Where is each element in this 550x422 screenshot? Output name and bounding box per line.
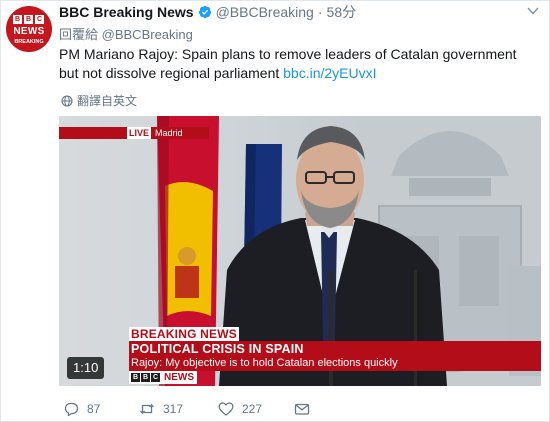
handle[interactable]: @BBCBreaking (216, 4, 314, 20)
bbc-news-logo: B B C NEWS (129, 371, 197, 384)
reply-button[interactable]: 87 (63, 401, 139, 417)
avatar-letter: B (24, 15, 33, 24)
live-label: LIVE (127, 127, 152, 139)
like-button[interactable]: 227 (218, 401, 294, 417)
tweet-card: B B C NEWS BREAKING BBC Breaking News @B… (0, 0, 550, 422)
video-player[interactable]: LIVE Madrid BREAKING NEWS POLITICAL CRIS… (59, 116, 541, 386)
avatar-bbc-blocks: B B C (13, 15, 44, 24)
like-count: 227 (242, 402, 263, 416)
retweet-icon (140, 403, 154, 415)
display-name[interactable]: BBC Breaking News (59, 4, 194, 20)
separator-dot: · (317, 4, 323, 20)
location-label: Madrid (155, 128, 183, 138)
brand-letter: B (141, 373, 150, 382)
ticker-headline: POLITICAL CRISIS IN SPAIN (131, 342, 304, 356)
reply-context: 回覆給 @BBCBreaking (59, 24, 193, 43)
tweet-text: PM Mariano Rajoy: Spain plans to remove … (59, 45, 539, 83)
avatar-news-text: NEWS (13, 26, 45, 37)
direct-message-button[interactable] (294, 401, 310, 417)
breaking-news-ticker: BREAKING NEWS POLITICAL CRISIS IN SPAIN … (59, 322, 541, 386)
timestamp[interactable]: 58分 (327, 2, 357, 22)
tweet-header: BBC Breaking News @BBCBreaking · 58分 (59, 3, 356, 21)
retweet-button[interactable]: 317 (139, 401, 218, 417)
brand-word: NEWS (164, 372, 194, 383)
avatar[interactable]: B B C NEWS BREAKING (6, 6, 52, 52)
reply-count: 87 (87, 402, 101, 416)
live-tag: LIVE Madrid (127, 127, 183, 139)
avatar-letter: C (35, 15, 44, 24)
chevron-down-icon[interactable] (527, 6, 539, 16)
brand-letter: C (151, 373, 160, 382)
translate-button[interactable]: 翻譯自英文 (61, 92, 137, 109)
verified-icon (198, 5, 211, 19)
translate-label: 翻譯自英文 (77, 94, 138, 108)
avatar-letter: B (13, 15, 22, 24)
tweet-actions: 87 317 227 (63, 399, 310, 419)
retweet-count: 317 (163, 402, 184, 416)
message-icon (294, 403, 310, 415)
tweet-link[interactable]: bbc.in/2yEUvxI (283, 65, 376, 81)
reply-handle-link[interactable]: @BBCBreaking (102, 27, 193, 42)
avatar-breaking-text: BREAKING (14, 39, 44, 45)
globe-icon (61, 94, 73, 107)
like-icon (218, 402, 234, 416)
brand-letter: B (131, 373, 140, 382)
breaking-news-label: BREAKING NEWS (129, 327, 239, 341)
ticker-subtitle: Rajoy: My objective is to hold Catalan e… (131, 357, 398, 369)
reply-prefix: 回覆給 (59, 27, 99, 42)
reply-icon (64, 402, 79, 417)
video-duration-badge: 1:10 (67, 357, 105, 379)
